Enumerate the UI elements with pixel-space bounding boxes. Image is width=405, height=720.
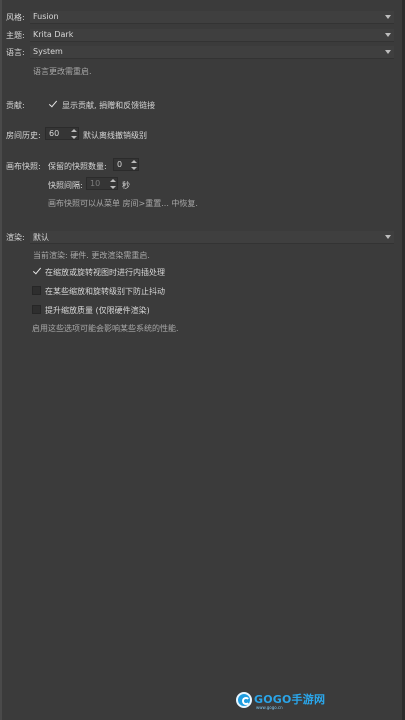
snapshot-count-value: 0 xyxy=(117,160,123,169)
chevron-down-icon xyxy=(385,50,391,54)
style-row: 风格: Fusion xyxy=(0,10,400,24)
language-row: 语言: System xyxy=(0,45,400,59)
left-border xyxy=(0,0,2,720)
render-dropdown[interactable]: 默认 xyxy=(30,231,394,244)
chevron-down-icon xyxy=(385,33,391,37)
theme-dropdown[interactable]: Krita Dark xyxy=(30,29,394,42)
style-label: 风格: xyxy=(6,13,25,22)
spin-arrows-icon[interactable] xyxy=(71,129,77,139)
interpolation-checkbox[interactable] xyxy=(32,267,41,276)
render-value: 默认 xyxy=(33,233,49,242)
theme-row: 主题: Krita Dark xyxy=(0,28,400,42)
style-dropdown[interactable]: Fusion xyxy=(30,11,394,24)
watermark-sub: www.gogo.cn xyxy=(256,705,283,710)
history-value: 60 xyxy=(49,129,60,138)
scaling-quality-checkbox[interactable] xyxy=(32,305,41,314)
gogo-logo-icon xyxy=(236,692,252,708)
snapshot-interval-unit: 秒 xyxy=(122,181,130,190)
theme-value: Krita Dark xyxy=(33,30,74,39)
snapshot-count-label: 保留的快照数量: xyxy=(48,162,107,171)
snapshot-interval-label: 快照间隔: xyxy=(48,181,83,190)
contribute-label: 贡献: xyxy=(6,101,25,110)
watermark-logo: GOGO手游网 www.gogo.cn xyxy=(236,690,325,712)
snapshot-count-spinbox[interactable]: 0 xyxy=(113,158,139,171)
scaling-quality-label: 提升缩放质量 (仅限硬件渲染) xyxy=(45,306,150,315)
render-label: 渲染: xyxy=(6,233,25,242)
snapshot-interval-spinbox[interactable]: 10 xyxy=(86,177,118,190)
history-spinbox[interactable]: 60 xyxy=(45,127,79,140)
prevent-jitter-checkbox[interactable] xyxy=(32,286,41,295)
history-suffix: 默认离线撤销级别 xyxy=(83,131,147,140)
language-dropdown[interactable]: System xyxy=(30,46,394,59)
prevent-jitter-label: 在某些缩放和旋转级别下防止抖动 xyxy=(45,287,165,296)
language-label: 语言: xyxy=(6,48,25,57)
snapshot-interval-value: 10 xyxy=(90,179,101,188)
theme-label: 主题: xyxy=(6,31,25,40)
spin-arrows-icon[interactable] xyxy=(131,160,137,170)
contribute-checkbox[interactable] xyxy=(48,100,57,109)
history-label: 房间历史: xyxy=(6,131,41,140)
spin-arrows-icon[interactable] xyxy=(110,179,116,189)
render-footer-hint: 启用这些选项可能会影响某些系统的性能. xyxy=(32,324,179,333)
render-current-hint: 当前渲染: 硬件. 更改渲染需重启. xyxy=(33,251,150,260)
contribute-checkbox-label: 显示贡献, 捐赠和反馈链接 xyxy=(62,101,156,110)
language-hint: 语言更改需重启. xyxy=(33,67,92,76)
chevron-down-icon xyxy=(385,15,391,19)
chevron-down-icon xyxy=(385,235,391,239)
interpolation-label: 在缩放或旋转视图时进行内插处理 xyxy=(45,268,165,277)
language-value: System xyxy=(33,47,63,56)
snapshot-hint: 画布快照可以从菜单 房间>重置... 中恢复. xyxy=(48,199,198,208)
render-row: 渲染: 默认 xyxy=(0,230,400,244)
snapshot-label: 画布快照: xyxy=(6,162,41,171)
style-value: Fusion xyxy=(33,12,59,21)
